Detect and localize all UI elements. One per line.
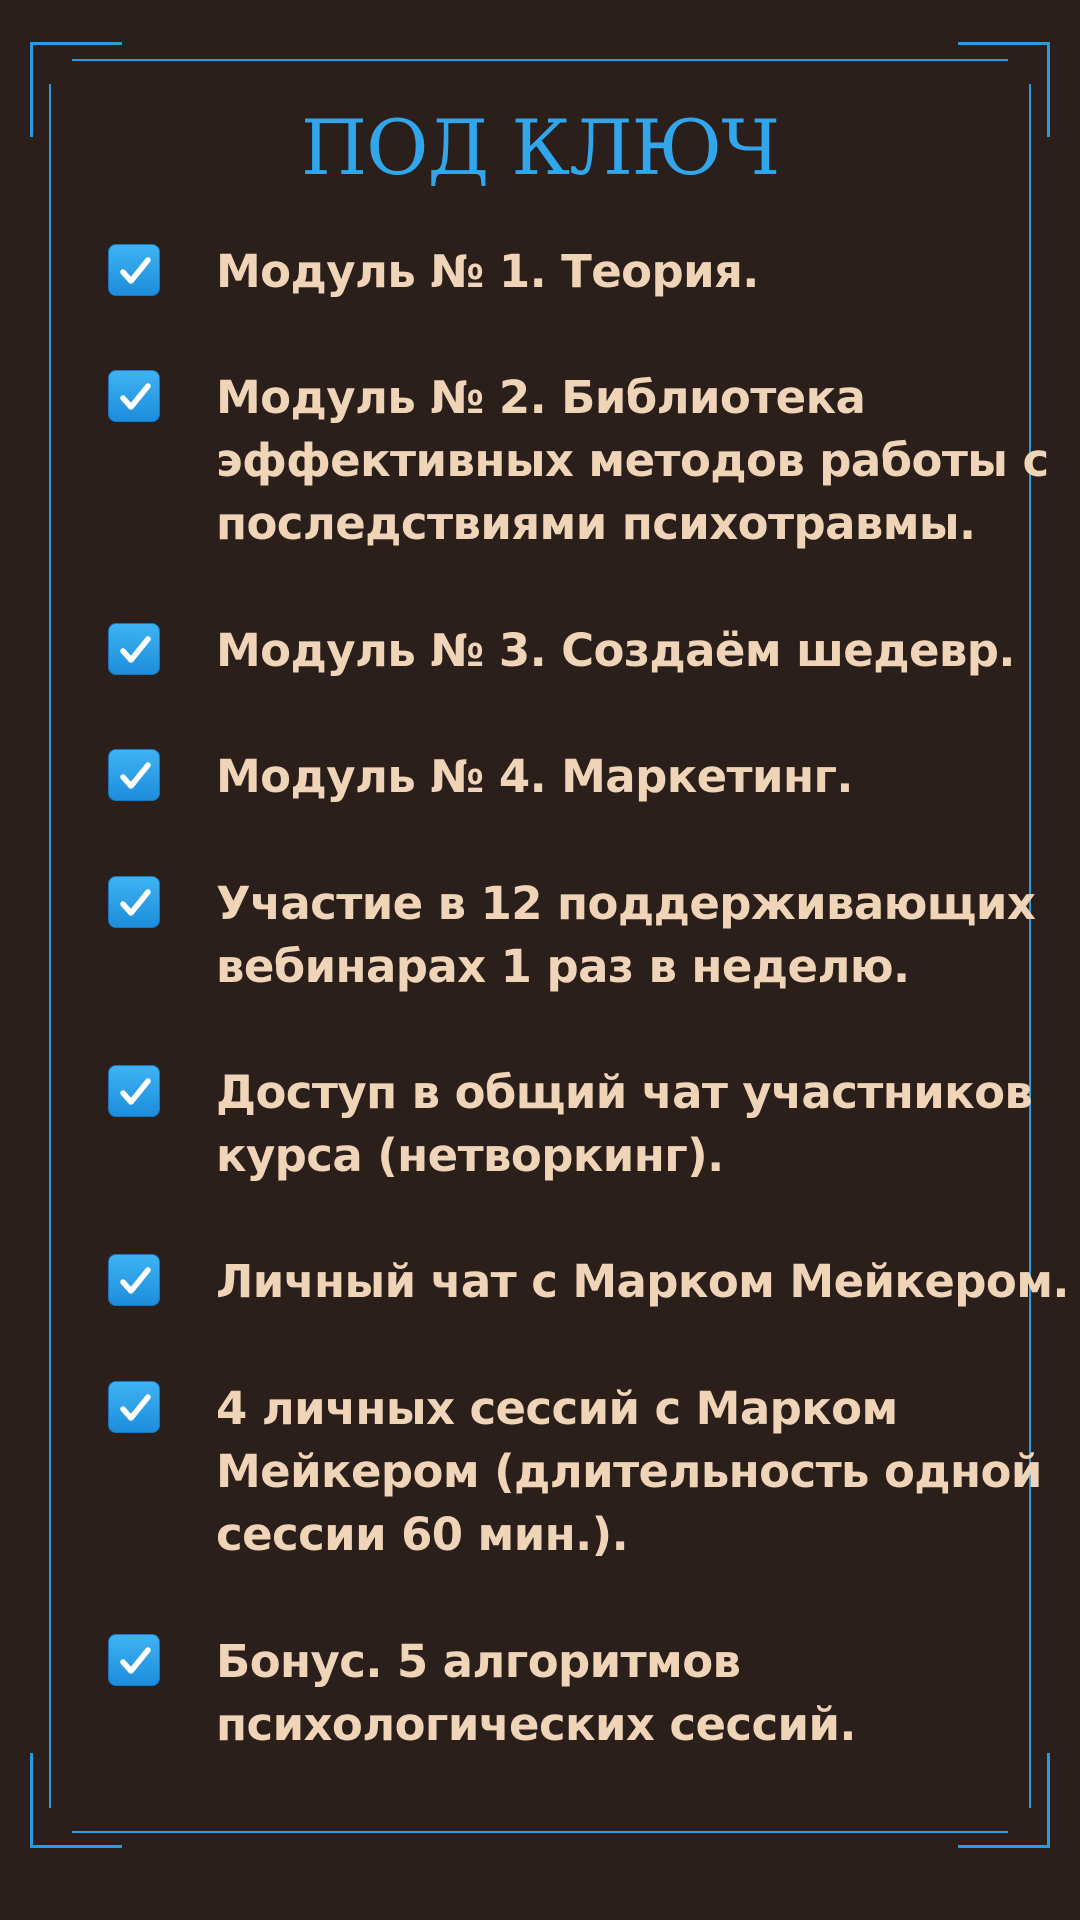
check-box-icon [108, 876, 160, 928]
list-item-label: Модуль № 1. Теория. [216, 245, 759, 298]
check-box-icon [108, 1254, 160, 1306]
corner-top-right [958, 42, 1050, 45]
list-item-label: Модуль № 3. Создаём шедевр. [216, 624, 1015, 677]
page-title: ПОД КЛЮЧ [300, 103, 780, 192]
frame-top-line [72, 59, 1008, 61]
list-item-label: Модуль № 2. Библиотека эффективных метод… [216, 371, 1049, 550]
list-item-label: Модуль № 4. Маркетинг. [216, 750, 853, 803]
check-box-icon [108, 1065, 160, 1117]
list-item-label: Бонус. 5 алгоритмов психологических сесс… [216, 1635, 857, 1751]
corner-bottom-right [1047, 1753, 1050, 1848]
corner-top-left [30, 42, 122, 45]
list-item-label: Личный чат с Марком Мейкером. [216, 1255, 1070, 1308]
list-item-label: Доступ в общий чат участников курса (нет… [216, 1066, 1033, 1182]
check-box-icon [108, 749, 160, 801]
corner-bottom-left [30, 1845, 122, 1848]
check-box-icon [108, 1634, 160, 1686]
check-box-icon [108, 1381, 160, 1433]
list-item-label: Участие в 12 поддерживающих вебинарах 1 … [216, 877, 1036, 993]
corner-bottom-left [30, 1753, 33, 1848]
check-box-icon [108, 244, 160, 296]
frame-bottom-line [72, 1831, 1008, 1833]
check-box-icon [108, 370, 160, 422]
list-item-label: 4 личных сессий с Марком Мейкером (длите… [216, 1382, 1042, 1561]
check-box-icon [108, 623, 160, 675]
frame-left-line [49, 84, 51, 1808]
corner-bottom-right [958, 1845, 1050, 1848]
